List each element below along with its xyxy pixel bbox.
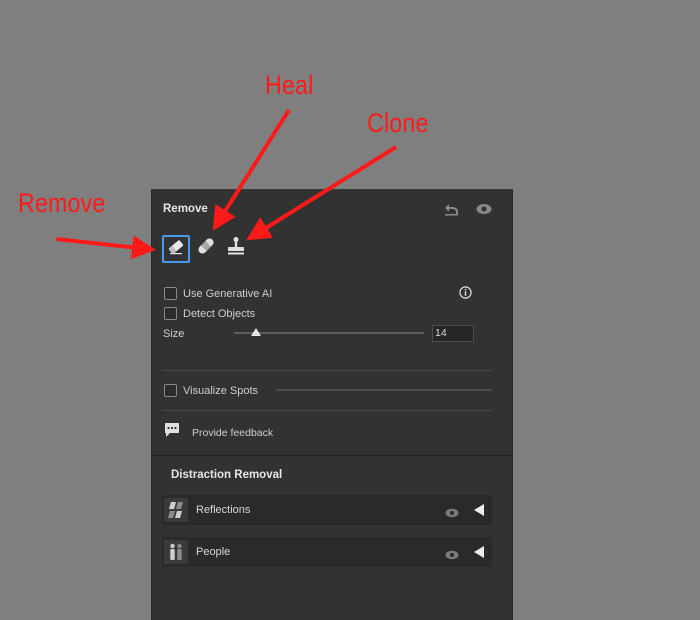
provide-feedback-label: Provide feedback <box>192 426 274 439</box>
bandage-icon <box>196 236 216 261</box>
distraction-item-people[interactable]: People <box>162 537 492 567</box>
size-slider-thumb[interactable] <box>251 328 261 336</box>
feedback-icon <box>164 422 180 443</box>
annotation-remove: Remove <box>18 188 106 218</box>
size-label: Size <box>163 328 185 340</box>
use-generative-ai-checkbox[interactable] <box>164 287 177 300</box>
heal-tool-button[interactable] <box>193 235 219 261</box>
remove-panel: Remove Use Generative AI Detect Objects … <box>151 189 513 620</box>
use-generative-ai-label: Use Generative AI <box>183 287 273 300</box>
visualize-spots-row[interactable]: Visualize Spots <box>164 384 258 397</box>
people-label: People <box>196 546 231 558</box>
expand-arrow-icon[interactable] <box>474 504 484 516</box>
annotation-clone: Clone <box>367 108 429 138</box>
eye-icon[interactable] <box>445 505 459 523</box>
expand-arrow-icon[interactable] <box>474 546 484 558</box>
reflections-icon <box>164 498 188 522</box>
size-input[interactable]: 14 <box>432 325 474 342</box>
stamp-icon <box>226 236 246 261</box>
arrow-remove <box>55 235 156 260</box>
remove-tool-button[interactable] <box>162 235 190 263</box>
undo-icon[interactable] <box>444 202 460 221</box>
detect-objects-label: Detect Objects <box>183 307 256 320</box>
eye-icon[interactable] <box>476 202 492 220</box>
clone-tool-button[interactable] <box>223 235 249 261</box>
divider <box>162 370 492 371</box>
detect-objects-row[interactable]: Detect Objects <box>164 307 255 320</box>
panel-title: Remove <box>163 203 208 215</box>
use-generative-ai-row[interactable]: Use Generative AI <box>164 287 272 300</box>
visualize-spots-slider[interactable] <box>276 389 492 391</box>
provide-feedback-link[interactable]: Provide feedback <box>164 422 273 443</box>
distraction-removal-title: Distraction Removal <box>171 469 283 481</box>
visualize-spots-label: Visualize Spots <box>183 384 259 397</box>
detect-objects-checkbox[interactable] <box>164 307 177 320</box>
section-divider <box>152 455 512 456</box>
info-icon[interactable] <box>459 286 472 304</box>
people-icon <box>164 540 188 564</box>
distraction-item-reflections[interactable]: Reflections <box>162 495 492 525</box>
eraser-icon <box>167 238 185 261</box>
reflections-label: Reflections <box>196 504 251 516</box>
size-slider-track[interactable] <box>234 332 424 334</box>
annotation-heal: Heal <box>265 70 314 100</box>
divider <box>162 410 492 411</box>
eye-icon[interactable] <box>445 547 459 565</box>
visualize-spots-checkbox[interactable] <box>164 384 177 397</box>
